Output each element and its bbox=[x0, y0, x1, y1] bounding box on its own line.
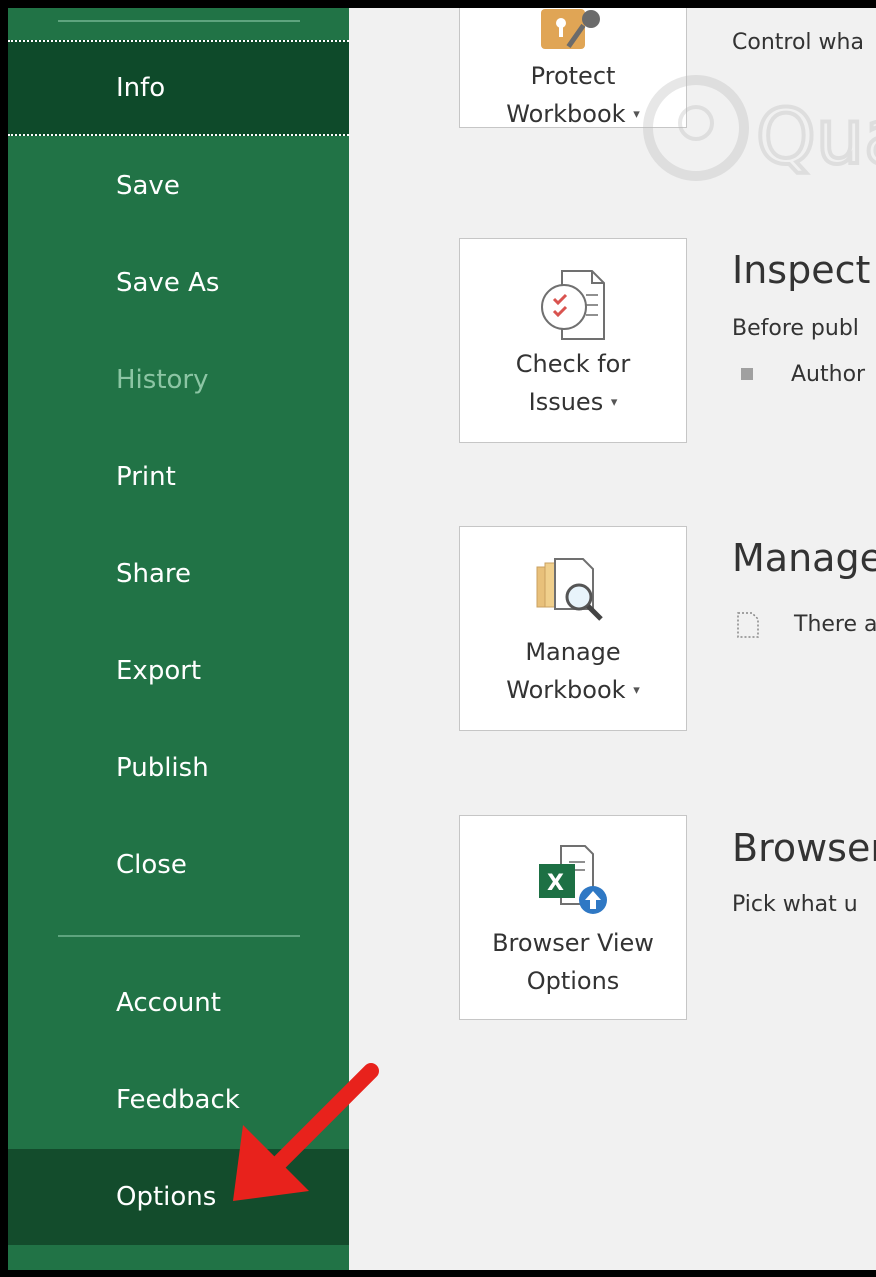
backstage-window: Info Save Save As History Print Share Ex… bbox=[8, 8, 876, 1270]
manage-label-2-wrap: Workbook ▾ bbox=[460, 671, 686, 710]
check-label-2: Issues bbox=[528, 388, 604, 416]
protect-description: Control wha bbox=[732, 30, 864, 55]
nav-publish[interactable]: Publish bbox=[8, 720, 349, 816]
chevron-down-icon: ▾ bbox=[633, 683, 640, 698]
inspect-description: Before publ bbox=[732, 316, 859, 341]
inspect-title: Inspect bbox=[732, 248, 871, 292]
inspect-bullet-text: Author bbox=[791, 362, 866, 387]
nav-save[interactable]: Save bbox=[8, 138, 349, 234]
manage-workbook-icon bbox=[535, 557, 611, 635]
check-label-1: Check for bbox=[515, 350, 631, 378]
nav-save-as[interactable]: Save As bbox=[8, 235, 349, 331]
nav-export[interactable]: Export bbox=[8, 623, 349, 719]
nav-account[interactable]: Account bbox=[8, 955, 349, 1051]
manage-label-1: Manage bbox=[525, 638, 621, 666]
browser-description: Pick what u bbox=[732, 892, 858, 917]
nav-close[interactable]: Close bbox=[8, 817, 349, 913]
red-arrow-annotation bbox=[223, 1063, 383, 1217]
check-document-icon bbox=[538, 269, 608, 345]
manage-description: There a bbox=[794, 612, 876, 637]
bottom-divider bbox=[58, 935, 300, 937]
browser-view-options-button[interactable]: X Browser View Options bbox=[459, 815, 687, 1020]
excel-browser-icon: X bbox=[533, 844, 613, 922]
bullet-icon bbox=[741, 368, 753, 380]
svg-text:X: X bbox=[547, 871, 564, 896]
top-divider bbox=[58, 20, 300, 22]
nav-info[interactable]: Info bbox=[8, 40, 349, 136]
browser-title: Browser bbox=[732, 826, 876, 870]
manage-workbook-button[interactable]: Manage Workbook ▾ bbox=[459, 526, 687, 731]
chevron-down-icon: ▾ bbox=[610, 395, 618, 410]
watermark-text: Quantrimang bbox=[756, 92, 876, 181]
protect-label-2: Workbook bbox=[506, 100, 626, 128]
document-dotted-icon bbox=[736, 611, 760, 643]
nav-print[interactable]: Print bbox=[8, 429, 349, 525]
check-label-2-wrap: Issues ▾ bbox=[460, 383, 686, 422]
check-for-issues-button[interactable]: Check for Issues ▾ bbox=[459, 238, 687, 443]
info-panel: Protect Workbook ▾ Control wha Quantrima… bbox=[349, 8, 876, 1270]
browser-label-2: Options bbox=[526, 967, 620, 995]
browser-label-1: Browser View bbox=[492, 929, 654, 957]
watermark-logo: Quantrimang bbox=[636, 68, 876, 202]
nav-share[interactable]: Share bbox=[8, 526, 349, 622]
lock-key-icon bbox=[533, 9, 613, 59]
manage-title: Manage bbox=[732, 536, 876, 580]
nav-history: History bbox=[116, 365, 209, 395]
manage-label-2: Workbook bbox=[506, 676, 626, 704]
